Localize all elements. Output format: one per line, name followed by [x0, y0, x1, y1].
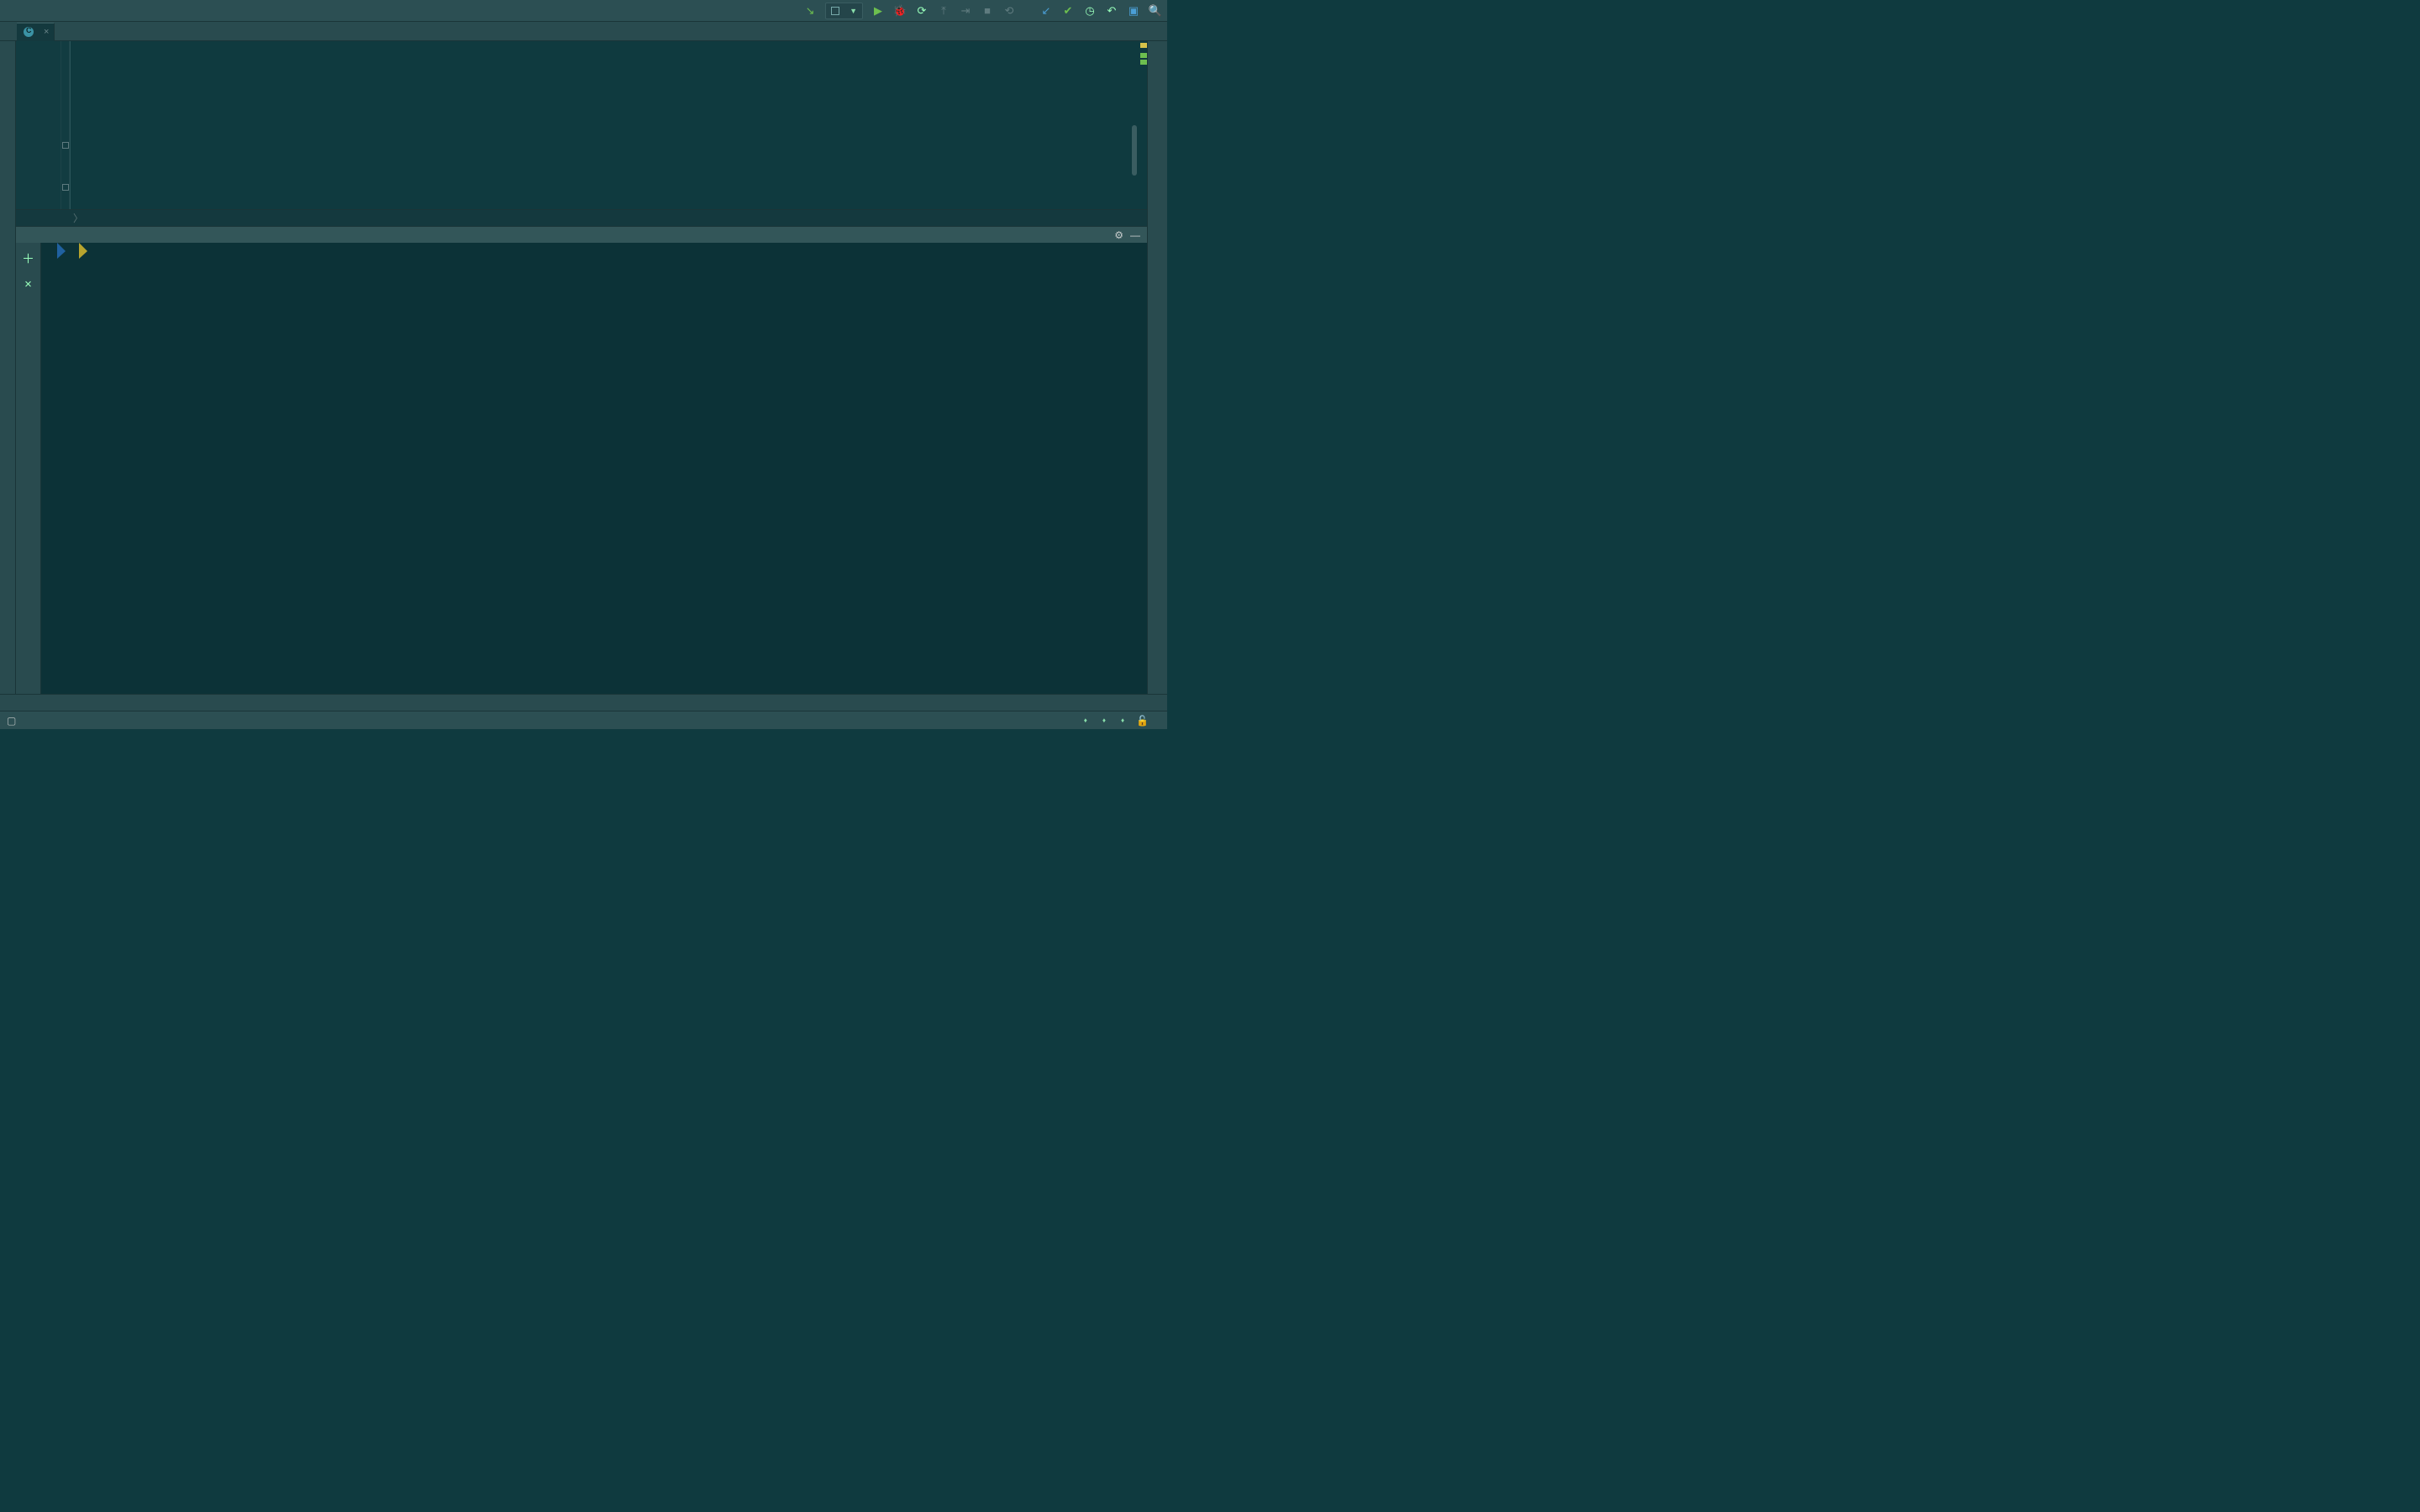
- tool-windows-icon[interactable]: ▢: [7, 715, 16, 727]
- status-bar: ▢ ♦ ♦ ♦ 🔓: [0, 711, 1167, 729]
- build-icon[interactable]: ↘: [803, 4, 817, 18]
- terminal-side-toolbar: ＋ ×: [16, 243, 41, 694]
- attach-button[interactable]: ⇥: [959, 4, 972, 18]
- editor-tabs: ×: [0, 22, 1167, 41]
- profile-button[interactable]: ⤒: [937, 4, 950, 18]
- editor-scrollbar[interactable]: [1132, 125, 1137, 176]
- chevron-right-icon: 〉: [73, 211, 83, 225]
- editor-breadcrumb[interactable]: 〉: [16, 209, 1147, 226]
- left-tool-strip: [0, 41, 16, 694]
- close-tab-icon[interactable]: ×: [44, 27, 49, 37]
- git-history-icon[interactable]: ◷: [1083, 4, 1097, 18]
- ok-marker-icon: [1140, 53, 1147, 58]
- new-session-icon[interactable]: ＋: [22, 249, 34, 267]
- top-toolbar: ↘ ▼ ▶ 🐞 ⟳ ⤒ ⇥ ■ ⟲ ↙ ✔ ◷ ↶ ▣ 🔍: [0, 0, 1167, 22]
- class-icon: [24, 27, 34, 37]
- run-toolbar: ↘ ▼ ▶ 🐞 ⟳ ⤒ ⇥ ■ ⟲ ↙ ✔ ◷ ↶ ▣ 🔍: [803, 3, 1162, 19]
- readonly-lock-icon[interactable]: 🔓: [1136, 715, 1149, 727]
- gear-icon[interactable]: ⚙: [1114, 229, 1123, 241]
- fold-marker-icon[interactable]: [62, 142, 69, 149]
- update-button[interactable]: ⟲: [1002, 4, 1016, 18]
- debug-button[interactable]: 🐞: [893, 4, 907, 18]
- git-revert-icon[interactable]: ↶: [1105, 4, 1118, 18]
- fold-gutter[interactable]: [61, 41, 70, 209]
- code-editor[interactable]: [16, 41, 1147, 209]
- editor-tab-fileutils[interactable]: ×: [17, 23, 55, 41]
- minimize-icon[interactable]: —: [1130, 229, 1140, 241]
- code-area[interactable]: [71, 41, 1147, 209]
- git-update-icon[interactable]: ↙: [1039, 4, 1053, 18]
- close-session-icon[interactable]: ×: [24, 277, 32, 291]
- coverage-button[interactable]: ⟳: [915, 4, 929, 18]
- ok-marker-icon: [1140, 60, 1147, 65]
- line-separator[interactable]: ♦: [1081, 717, 1087, 724]
- terminal-tool-window-header[interactable]: ⚙ —: [16, 226, 1147, 243]
- file-encoding[interactable]: ♦: [1099, 717, 1106, 724]
- git-commit-icon[interactable]: ✔: [1061, 4, 1075, 18]
- error-stripe[interactable]: [1139, 41, 1147, 209]
- bottom-tool-bar: [0, 694, 1167, 711]
- git-branch-status[interactable]: ♦: [1118, 717, 1124, 724]
- right-tool-strip: [1147, 41, 1167, 694]
- terminal[interactable]: [41, 243, 1147, 694]
- line-number-gutter: [16, 41, 61, 209]
- warning-marker-icon[interactable]: [1140, 43, 1147, 48]
- fold-marker-icon[interactable]: [62, 184, 69, 191]
- stop-button[interactable]: ■: [981, 4, 994, 18]
- run-configuration-selector[interactable]: ▼: [825, 3, 863, 19]
- run-button[interactable]: ▶: [871, 4, 885, 18]
- search-icon[interactable]: 🔍: [1149, 4, 1162, 18]
- git-push-icon[interactable]: ▣: [1127, 4, 1140, 18]
